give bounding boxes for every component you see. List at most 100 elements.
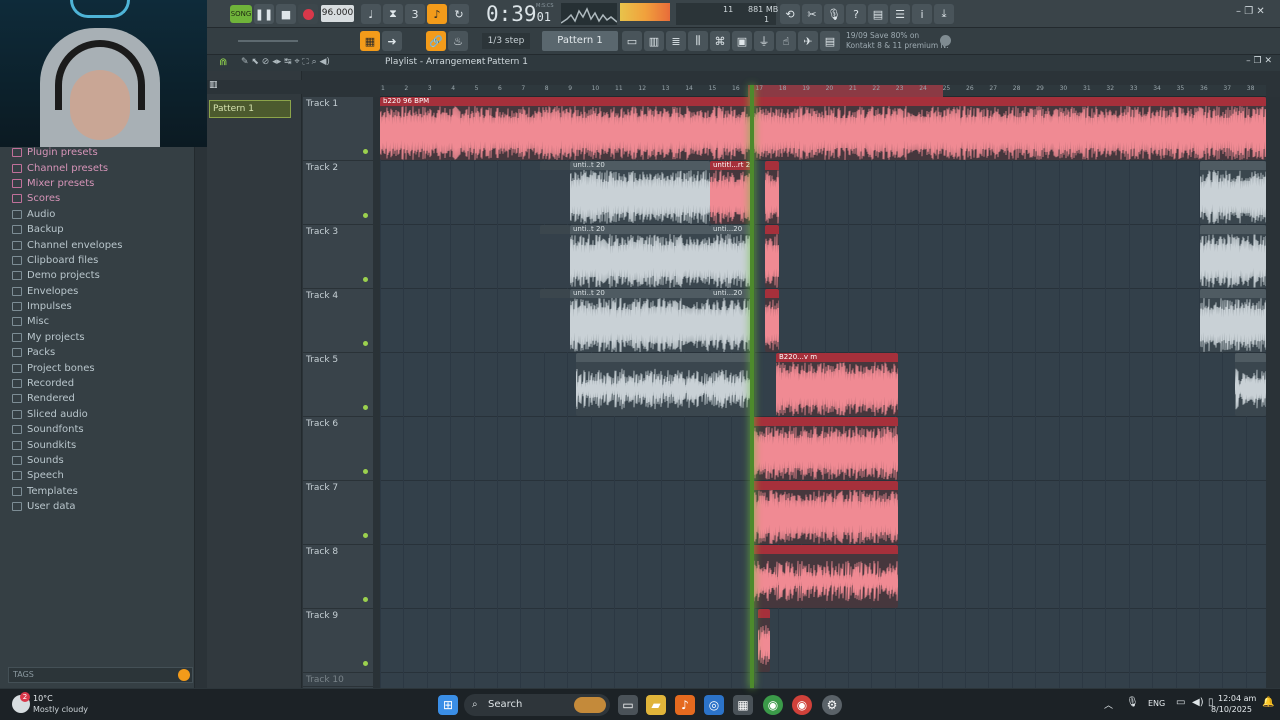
tools-icons[interactable]: ✎ ⬉ ⊘ ◂▸ ↹ ⌖ ⛶ ⌕ ◀) xyxy=(241,57,330,67)
audio-clip[interactable] xyxy=(540,289,570,352)
browser-item[interactable]: Project bones xyxy=(8,360,192,375)
audio-clip[interactable]: untitl...rt 20 xyxy=(710,161,750,224)
track-mute-strip[interactable] xyxy=(373,97,380,688)
playhead[interactable] xyxy=(750,85,754,688)
track-header[interactable]: Track 9 xyxy=(303,609,373,673)
settings-button[interactable]: ⚙ xyxy=(822,695,842,715)
arrow-button[interactable]: ➜ xyxy=(382,31,402,51)
browser-item[interactable]: Misc xyxy=(8,314,192,329)
browser-button[interactable]: ▣ xyxy=(732,31,752,51)
metronome-button[interactable]: ♩ xyxy=(361,4,381,24)
browser-item[interactable]: Rendered xyxy=(8,391,192,406)
track-lane[interactable] xyxy=(380,289,1266,353)
arrangement-grid[interactable]: b220 96 BPM unti..t 20untitl...rt 20 unti.… xyxy=(380,97,1266,688)
taskbar-search[interactable]: ⌕ Search xyxy=(464,694,610,716)
audio-clip[interactable]: unti...20 xyxy=(710,289,750,352)
audio-clip[interactable]: B220...v m xyxy=(776,353,898,416)
browser-item[interactable]: Packs xyxy=(8,345,192,360)
task-view-button[interactable]: ▭ xyxy=(618,695,638,715)
audio-clip[interactable] xyxy=(576,353,754,416)
audio-clip[interactable] xyxy=(540,161,570,224)
audio-clip[interactable] xyxy=(1200,225,1266,288)
channel-rack-button[interactable]: ≣ xyxy=(666,31,686,51)
mic-button[interactable]: 🎙 xyxy=(824,4,844,24)
plugin-db-button[interactable]: ⏚ xyxy=(754,31,774,51)
track-header[interactable]: Track 2 xyxy=(303,161,373,225)
browser-item[interactable]: Speech xyxy=(8,468,192,483)
breadcrumb-pattern[interactable]: Pattern 1 xyxy=(487,57,528,67)
pause-button[interactable]: ❚❚ xyxy=(254,4,274,24)
browser-item[interactable]: My projects xyxy=(8,330,192,345)
network-icon[interactable]: ▭ xyxy=(1176,697,1185,708)
track-enabled-icon[interactable] xyxy=(363,277,368,282)
notification-bell-icon[interactable]: 🔔 xyxy=(1262,697,1274,708)
browser-item[interactable]: Templates xyxy=(8,484,192,499)
minimize-icon[interactable]: – xyxy=(1236,6,1241,17)
search-icon[interactable] xyxy=(178,669,190,681)
tempo-display[interactable]: 96.000 xyxy=(321,5,354,22)
track-header[interactable]: Track 10 xyxy=(303,673,373,687)
window-controls[interactable]: – ❐ ✕ xyxy=(1236,6,1265,17)
save-button[interactable]: ▤ xyxy=(868,4,888,24)
file-explorer-button[interactable]: ▰ xyxy=(646,695,666,715)
timeline-ruler[interactable]: 1 2 3 4 5 6 7 8 9 10 11 12 13 14 15 16 17 18 19 20 21 22 23 24 2… xyxy=(380,85,1266,97)
start-button[interactable]: ⊞ xyxy=(438,695,458,715)
track-header[interactable]: Track 6 xyxy=(303,417,373,481)
picker-header-icon[interactable]: ▥ xyxy=(207,80,302,94)
track-header[interactable]: Track 8 xyxy=(303,545,373,609)
audio-clip[interactable] xyxy=(765,289,779,352)
pattern-item[interactable]: Pattern 1 xyxy=(209,100,291,118)
audio-clip[interactable]: b220 96 BPM xyxy=(380,97,1266,160)
track-header[interactable]: Track 4 xyxy=(303,289,373,353)
browser-item[interactable]: Audio xyxy=(8,207,192,222)
magnet-icon[interactable]: ⋒ xyxy=(219,57,227,68)
fl-studio-button[interactable]: ♪ xyxy=(675,695,695,715)
tray-mic-icon[interactable]: 🎙 xyxy=(1126,697,1139,708)
browser-item[interactable]: Plugin presets xyxy=(8,145,192,160)
playlist-window-controls[interactable]: – ❐ ✕ xyxy=(1246,56,1272,66)
audio-clip[interactable] xyxy=(751,545,898,608)
link-button[interactable]: 🔗 xyxy=(426,31,446,51)
vertical-scrollbar[interactable] xyxy=(1266,97,1280,688)
audio-clip[interactable]: unti..t 20 xyxy=(570,225,710,288)
track-header[interactable]: Track 7 xyxy=(303,481,373,545)
track-lane[interactable] xyxy=(380,609,1266,673)
undo-button[interactable]: ⟲ xyxy=(780,4,800,24)
browser-item[interactable]: Backup xyxy=(8,222,192,237)
loop-selection[interactable] xyxy=(748,85,943,97)
countdown-button[interactable]: 3 xyxy=(405,4,425,24)
copilot-button[interactable]: ◎ xyxy=(704,695,724,715)
browser-item[interactable]: User data xyxy=(8,499,192,514)
track-enabled-icon[interactable] xyxy=(363,149,368,154)
browser-item[interactable]: Sliced audio xyxy=(8,407,192,422)
chrome-profile-button[interactable]: ◉ xyxy=(792,695,812,715)
chrome-button[interactable]: ◉ xyxy=(763,695,783,715)
info-button[interactable]: i xyxy=(912,4,932,24)
plugin-picker-button[interactable]: ⌘ xyxy=(710,31,730,51)
clock-time[interactable]: 12:04 am xyxy=(1218,694,1256,703)
record-button[interactable] xyxy=(298,4,318,24)
piano-roll-button[interactable]: ▥ xyxy=(644,31,664,51)
mixer-button[interactable]: ☰ xyxy=(890,4,910,24)
track-enabled-icon[interactable] xyxy=(363,341,368,346)
touch-keyboard-button[interactable]: ☝ xyxy=(776,31,796,51)
track-enabled-icon[interactable] xyxy=(363,533,368,538)
browser-item[interactable]: Impulses xyxy=(8,299,192,314)
tags-filter[interactable]: TAGS xyxy=(8,667,193,683)
audio-clip[interactable] xyxy=(1200,161,1266,224)
track-lane[interactable] xyxy=(380,225,1266,289)
audio-clip[interactable] xyxy=(751,417,898,480)
close-icon[interactable]: ✕ xyxy=(1256,6,1264,17)
browser-item[interactable]: Channel envelopes xyxy=(8,237,192,252)
browser-item[interactable]: Clipboard files xyxy=(8,253,192,268)
export-button[interactable]: ▤ xyxy=(820,31,840,51)
audio-clip[interactable] xyxy=(1200,289,1266,352)
browser-item[interactable]: Recorded xyxy=(8,376,192,391)
browser-item[interactable]: Mixer presets xyxy=(8,176,192,191)
tray-chevron-icon[interactable]: ︿ xyxy=(1104,698,1113,711)
browser-item[interactable]: Sounds xyxy=(8,453,192,468)
track-enabled-icon[interactable] xyxy=(363,661,368,666)
language-indicator[interactable]: ENG xyxy=(1148,699,1165,708)
track-lane[interactable] xyxy=(380,161,1266,225)
browser-item[interactable]: Scores xyxy=(8,191,192,206)
